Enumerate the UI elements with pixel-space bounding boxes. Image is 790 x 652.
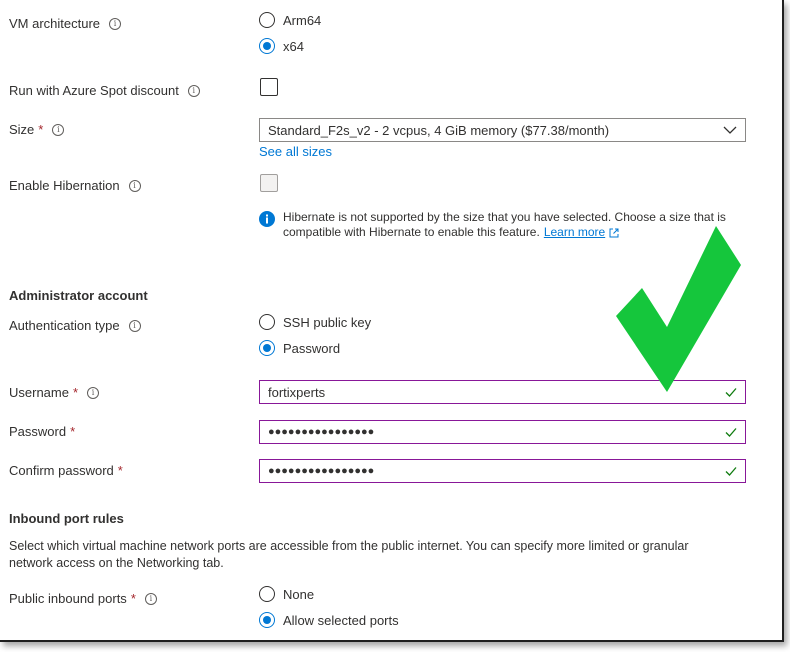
username-value: fortixperts — [268, 384, 326, 400]
password-label: Password * — [9, 424, 75, 439]
required-marker: * — [70, 424, 76, 439]
confirm-password-text: Confirm password — [9, 463, 114, 478]
info-filled-icon — [259, 211, 275, 227]
size-text: Size — [9, 122, 35, 137]
hibernation-text: Enable Hibernation — [9, 178, 120, 193]
password-text: Password — [9, 424, 67, 439]
password-value: ●●●●●●●●●●●●●●●● — [268, 426, 375, 438]
radio-circle-icon[interactable] — [259, 12, 275, 28]
radio-label-x64: x64 — [283, 38, 304, 54]
inbound-description-line1: Select which virtual machine network por… — [9, 539, 689, 553]
size-label: Size * i — [9, 122, 65, 137]
info-icon[interactable]: i — [109, 17, 122, 30]
admin-account-heading: Administrator account — [9, 288, 148, 303]
checkmark-icon — [725, 428, 737, 437]
radio-none[interactable]: None — [259, 586, 314, 602]
radio-label-ssh: SSH public key — [283, 314, 372, 330]
big-green-checkmark-icon — [616, 226, 741, 392]
hibernation-label: Enable Hibernation i — [9, 178, 141, 193]
radio-label-allow-selected: Allow selected ports — [283, 612, 399, 628]
confirm-password-input[interactable]: ●●●●●●●●●●●●●●●● — [259, 459, 746, 483]
see-all-sizes-link[interactable]: See all sizes — [259, 144, 332, 159]
confirm-password-label: Confirm password * — [9, 463, 123, 478]
info-icon[interactable]: i — [52, 123, 65, 136]
info-icon[interactable]: i — [128, 319, 141, 332]
chevron-down-icon — [723, 126, 737, 134]
required-marker: * — [130, 591, 136, 606]
username-label: Username * i — [9, 385, 100, 400]
radio-label-password: Password — [283, 340, 341, 356]
radio-allow-selected-ports[interactable]: Allow selected ports — [259, 612, 399, 628]
hibernation-note-line2: compatible with Hibernate to enable this… — [283, 225, 540, 239]
size-dropdown-value: Standard_F2s_v2 - 2 vcpus, 4 GiB memory … — [268, 122, 610, 138]
info-icon[interactable]: i — [144, 592, 157, 605]
confirm-password-value: ●●●●●●●●●●●●●●●● — [268, 465, 375, 477]
checkmark-icon — [725, 467, 737, 476]
radio-selected-icon[interactable] — [259, 612, 275, 628]
radio-circle-icon[interactable] — [259, 586, 275, 602]
auth-type-text: Authentication type — [9, 318, 120, 333]
radio-selected-icon[interactable] — [259, 340, 275, 356]
vm-architecture-text: VM architecture — [9, 16, 101, 31]
spot-label: Run with Azure Spot discount i — [9, 83, 200, 98]
vm-settings-panel: VM architecture i Arm64 x64 Run with Azu… — [0, 0, 784, 642]
public-inbound-ports-label: Public inbound ports * i — [9, 591, 157, 606]
auth-type-label: Authentication type i — [9, 318, 141, 333]
required-marker: * — [38, 122, 44, 137]
vm-architecture-label: VM architecture i — [9, 16, 122, 31]
inbound-description-line2: network access on the Networking tab. — [9, 556, 224, 570]
learn-more-link[interactable]: Learn more — [544, 225, 605, 240]
password-input[interactable]: ●●●●●●●●●●●●●●●● — [259, 420, 746, 444]
inbound-description: Select which virtual machine network por… — [9, 538, 769, 572]
info-icon[interactable]: i — [87, 386, 100, 399]
required-marker: * — [72, 385, 79, 400]
radio-label-none: None — [283, 586, 315, 602]
radio-label-arm64: Arm64 — [283, 12, 322, 28]
spot-text: Run with Azure Spot discount — [9, 83, 179, 98]
radio-arm64[interactable]: Arm64 — [259, 12, 321, 28]
inbound-port-rules-heading: Inbound port rules — [9, 511, 124, 526]
size-dropdown[interactable]: Standard_F2s_v2 - 2 vcpus, 4 GiB memory … — [259, 118, 746, 142]
username-text: Username — [9, 385, 69, 400]
spot-checkbox[interactable] — [260, 78, 278, 96]
required-marker: * — [117, 463, 123, 478]
radio-circle-icon[interactable] — [259, 314, 275, 330]
hibernation-checkbox[interactable] — [260, 174, 278, 192]
info-icon[interactable]: i — [128, 179, 141, 192]
radio-password[interactable]: Password — [259, 340, 340, 356]
radio-ssh-public-key[interactable]: SSH public key — [259, 314, 371, 330]
public-inbound-ports-text: Public inbound ports — [9, 591, 127, 606]
info-icon[interactable]: i — [187, 84, 200, 97]
radio-selected-icon[interactable] — [259, 38, 275, 54]
radio-x64[interactable]: x64 — [259, 38, 304, 54]
